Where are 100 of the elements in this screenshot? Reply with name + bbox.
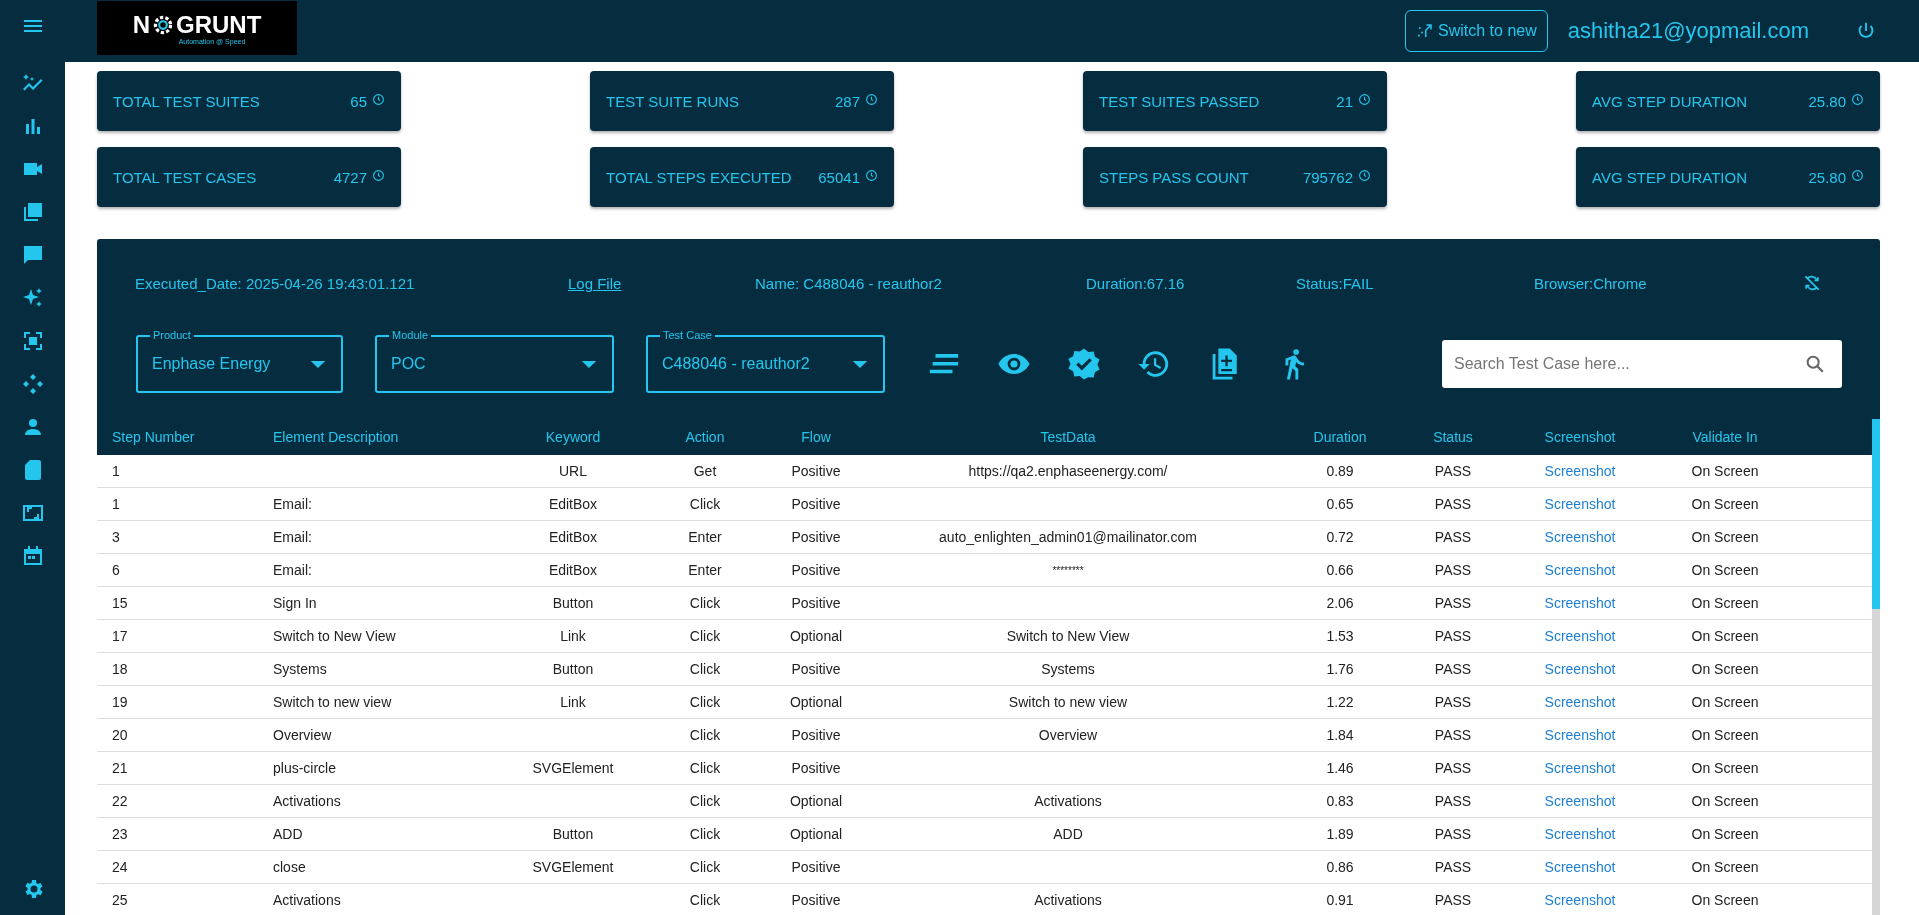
column-header[interactable]: Validate In	[1666, 429, 1784, 445]
status-cell-text: PASS	[1433, 463, 1473, 479]
duration-text: Duration:67.16	[1086, 274, 1186, 292]
search-icon[interactable]	[1804, 353, 1826, 375]
screenshot-link[interactable]: Screenshot	[1494, 694, 1666, 710]
step-number-cell-text: 1	[111, 463, 121, 479]
screenshot-link[interactable]: Screenshot	[1494, 496, 1666, 512]
clock-icon	[865, 169, 878, 182]
stat-value: 4727	[333, 168, 367, 186]
duration-cell-text: 0.91	[1325, 892, 1355, 908]
duration-cell-text: 0.89	[1325, 463, 1355, 479]
keyword-cell-text: EditBox	[547, 496, 599, 512]
column-header[interactable]: TestData	[868, 429, 1268, 445]
stat-label: STEPS PASS COUNT	[1099, 168, 1250, 186]
step-number-cell-text: 24	[111, 859, 129, 875]
action-cell-text: Click	[688, 727, 722, 743]
search-field[interactable]: Search Test Case here...	[1442, 340, 1842, 388]
screenshot-link[interactable]: Screenshot	[1494, 463, 1666, 479]
stat-value: 65	[350, 92, 367, 110]
test-data-cell-text: Activations	[1033, 793, 1103, 809]
element-description-cell-text: Email:	[272, 529, 313, 545]
status-cell-text: PASS	[1433, 892, 1473, 908]
keyword-cell-text: SVGElement	[531, 760, 615, 776]
column-header[interactable]: Duration	[1268, 429, 1412, 445]
keyword-cell-text: Button	[551, 595, 595, 611]
action-cell-text: Click	[688, 793, 722, 809]
duration-cell-text: 0.83	[1325, 793, 1355, 809]
sparkle-arrow-icon	[1416, 22, 1435, 40]
element-description-cell-text: Switch to New View	[272, 628, 397, 644]
step-number-cell-text: 20	[111, 727, 129, 743]
column-header[interactable]: Status	[1412, 429, 1494, 445]
stat-value: 795762	[1302, 168, 1353, 186]
duration-cell-text: 1.53	[1325, 628, 1355, 644]
action-cell-text: Click	[688, 694, 722, 710]
action-cell-text: Click	[688, 661, 722, 677]
keyword-cell-text: EditBox	[547, 562, 599, 578]
column-header[interactable]: Flow	[764, 429, 868, 445]
status-cell-text: PASS	[1433, 793, 1473, 809]
status-cell-text: PASS	[1433, 562, 1473, 578]
flow-cell-text: Positive	[790, 562, 842, 578]
duration-cell-text: 0.72	[1325, 529, 1355, 545]
element-description-cell-text: ADD	[272, 826, 304, 842]
log-file-link[interactable]: Log File	[568, 274, 755, 292]
test-data-cell-text: ADD	[1052, 826, 1084, 842]
flow-cell-text: Positive	[790, 727, 842, 743]
status-text: Status:FAIL	[1296, 274, 1375, 292]
duration-cell-text: 1.46	[1325, 760, 1355, 776]
element-description-cell-text: close	[272, 859, 307, 875]
test-data-cell-text: auto_enlighten_admin01@mailinator.com	[938, 529, 1198, 545]
validate-in-cell-text: On Screen	[1690, 826, 1760, 842]
flow-cell-text: Positive	[790, 529, 842, 545]
step-number-cell-text: 18	[111, 661, 129, 677]
action-cell-text: Click	[688, 628, 722, 644]
column-header[interactable]: Step Number	[97, 429, 258, 445]
column-header[interactable]: Screenshot	[1494, 429, 1666, 445]
scrollbar[interactable]	[1872, 419, 1880, 915]
screenshot-link[interactable]: Screenshot	[1494, 826, 1666, 842]
flow-cell-text: Positive	[790, 859, 842, 875]
action-cell-text: Click	[688, 760, 722, 776]
keyword-cell-text: Button	[551, 661, 595, 677]
column-header[interactable]: Action	[646, 429, 764, 445]
test-data-cell-text: https://qa2.enphaseenergy.com/	[967, 463, 1169, 479]
step-number-cell-text: 21	[111, 760, 129, 776]
clock-icon	[1358, 169, 1371, 182]
scrollbar-thumb[interactable]	[1872, 419, 1880, 609]
screenshot-link[interactable]: Screenshot	[1494, 562, 1666, 578]
flow-cell-text: Positive	[790, 496, 842, 512]
screenshot-link[interactable]: Screenshot	[1494, 529, 1666, 545]
stat-label: AVG STEP DURATION	[1592, 168, 1749, 186]
element-description-cell-text: Systems	[272, 661, 328, 677]
screenshot-link[interactable]: Screenshot	[1494, 859, 1666, 875]
switch-button[interactable]: Switch to new	[1405, 10, 1548, 52]
screenshot-link[interactable]: Screenshot	[1494, 727, 1666, 743]
step-number-cell-text: 3	[111, 529, 121, 545]
validate-in-cell-text: On Screen	[1690, 463, 1760, 479]
stat-value: 25.80	[1808, 168, 1846, 186]
column-header[interactable]: Element Description	[258, 429, 500, 445]
keyword-cell-text: EditBox	[547, 529, 599, 545]
logo-text: N	[132, 12, 150, 37]
screenshot-link[interactable]: Screenshot	[1494, 628, 1666, 644]
stat-value: 65041	[818, 168, 860, 186]
duration-cell-text: 2.06	[1325, 595, 1355, 611]
status-cell-text: PASS	[1433, 727, 1473, 743]
element-description-cell-text: plus-circle	[272, 760, 337, 776]
keyword-cell-text: SVGElement	[531, 859, 615, 875]
screenshot-link[interactable]: Screenshot	[1494, 661, 1666, 677]
clock-icon	[372, 169, 385, 182]
validate-in-cell-text: On Screen	[1690, 859, 1760, 875]
action-cell-text: Get	[692, 463, 718, 479]
flow-cell-text: Optional	[788, 694, 844, 710]
screenshot-link[interactable]: Screenshot	[1494, 595, 1666, 611]
verified-badge-icon[interactable]	[1067, 347, 1101, 381]
element-description-cell-text: Sign In	[272, 595, 318, 611]
screenshot-link[interactable]: Screenshot	[1494, 793, 1666, 809]
stat-label: TEST SUITES PASSED	[1099, 92, 1261, 110]
validate-in-cell-text: On Screen	[1690, 595, 1760, 611]
screenshot-link[interactable]: Screenshot	[1494, 892, 1666, 908]
duration-cell-text: 1.89	[1325, 826, 1355, 842]
column-header[interactable]: Keyword	[500, 429, 646, 445]
screenshot-link[interactable]: Screenshot	[1494, 760, 1666, 776]
